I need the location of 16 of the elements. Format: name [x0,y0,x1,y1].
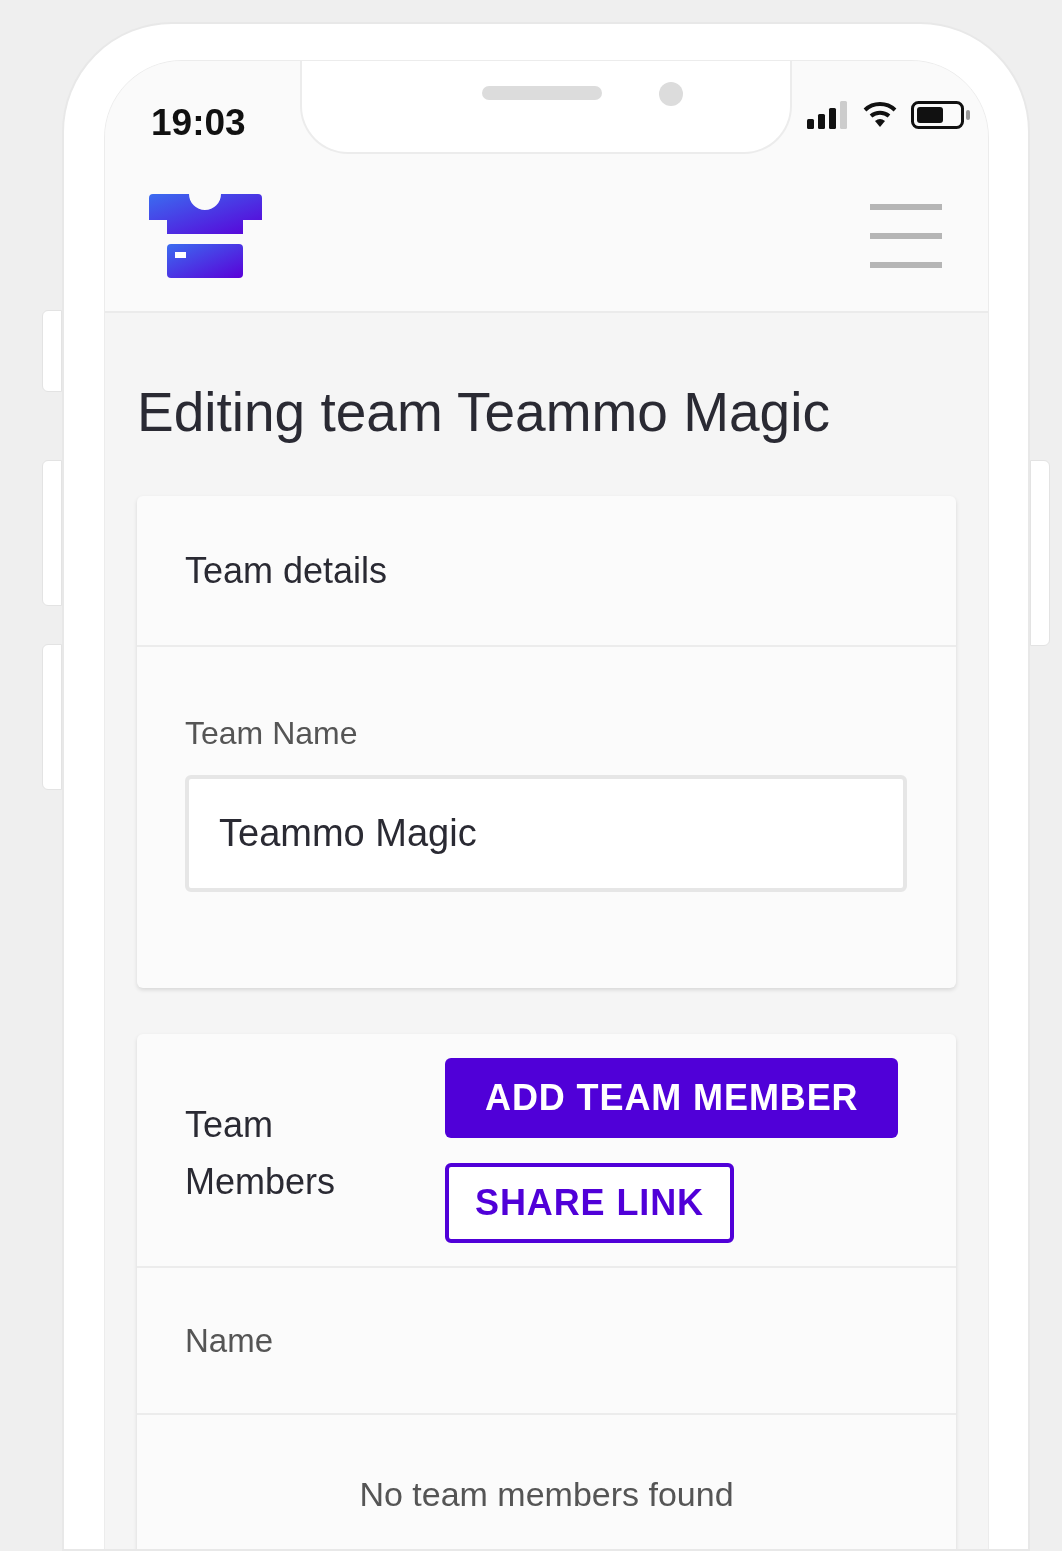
empty-message: No team members found [358,1474,735,1515]
share-link-button[interactable]: SHARE LINK [445,1163,734,1243]
signal-icon [807,101,849,129]
column-header: Name [185,1320,274,1361]
menu-icon[interactable] [870,204,942,268]
battery-icon [911,101,971,129]
status-time: 19:03 [151,101,246,145]
wifi-icon [863,101,897,127]
card-title: Team Members [185,1103,337,1204]
camera-icon [659,82,683,106]
add-team-member-button[interactable]: ADD TEAM MEMBER [445,1058,899,1138]
shirt-logo-icon [149,194,262,278]
team-name-input[interactable]: Teammo Magic [185,775,907,892]
field-label: Team Name [185,714,359,753]
speaker-icon [482,86,602,100]
card-title: Team details [185,548,388,593]
